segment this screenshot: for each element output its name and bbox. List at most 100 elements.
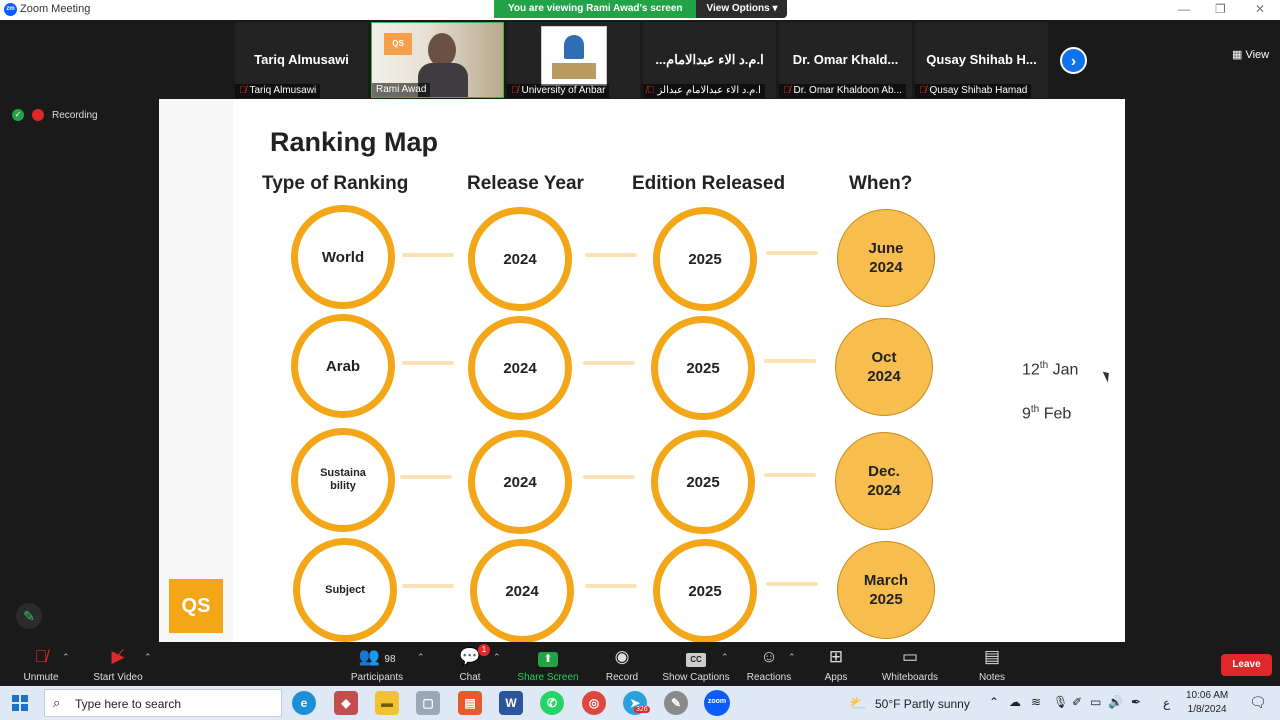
input-language[interactable]: ع [1163,696,1170,710]
annotate-pen-icon[interactable]: ✎ [16,603,42,629]
recording-indicator[interactable]: ✓ Recording [12,109,98,121]
participant-tile[interactable]: 🎙̸ University of Anbar [507,22,640,98]
maximize-icon[interactable]: ❐ [1215,2,1226,16]
participant-tile[interactable]: Tariq Almusawi 🎙̸ Tariq Almusawi [235,22,368,98]
muted-mic-icon: 🎙̸ [239,85,247,96]
window-title: Zoom Meeting [20,3,91,15]
pen-icon[interactable]: ✐ [1072,695,1082,709]
university-logo [541,26,607,86]
pinned-app-icon[interactable]: ▢ [416,691,440,715]
zoom-taskbar-icon[interactable]: zoom [704,690,730,716]
view-options-button[interactable]: View Options ▾ [696,0,788,18]
participant-tile[interactable]: Dr. Omar Khald... 🎙̸ Dr. Omar Khaldoon Ab… [779,22,912,98]
microphone-icon[interactable]: 🎙 [1053,695,1068,709]
wifi-icon[interactable]: ≋ [1031,695,1041,709]
chevron-down-icon: ▾ [772,3,778,14]
note-ordinal: th [1030,404,1040,415]
participant-name-label: 🎙̸ Dr. Omar Khaldoon Ab... [779,84,906,98]
reactions-label: Reactions [746,672,792,683]
notes-button[interactable]: ▤ Notes [977,646,1007,683]
pen-workspace-icon[interactable]: ✒ [1131,695,1141,709]
participants-button[interactable]: 👥 98 Participants [350,646,404,683]
when-circle: Oct 2024 [835,318,933,416]
leave-button[interactable]: Leave [1221,654,1272,676]
release-year-circle: 2024 [468,207,572,311]
volume-icon[interactable]: 🔊 [1108,695,1123,709]
pinned-app-icon[interactable]: ▤ [458,691,482,715]
word-icon[interactable]: W [499,691,523,715]
notes-label: Notes [978,672,1006,683]
share-screen-button[interactable]: ⬆ Share Screen [517,646,579,683]
participant-name: University of Anbar [521,85,606,96]
connector-line [402,584,454,588]
file-explorer-icon[interactable]: ▬ [375,691,399,715]
video-off-icon: ▶̸ [111,647,125,666]
meeting-controls-bar: 🎙̸ Unmute ⌃ ▶̸ Start Video ⌃ 👥 98 Partic… [0,642,1280,686]
chat-chevron-icon[interactable]: ⌃ [493,652,501,663]
participant-name: Qusay Shihab Hamad [929,85,1028,96]
chat-label: Chat [459,672,481,683]
windows-start-icon[interactable] [12,695,28,711]
release-year-label: 2024 [503,359,537,377]
qs-poster: QS [384,33,412,55]
notifications-icon[interactable]: 🗨 [1249,694,1267,711]
participant-name-label: 🎙̸ ا.م.د الاء عبدالامام عبدالز [643,84,765,98]
pinned-app-icon[interactable]: ◆ [334,691,358,715]
taskbar-search-box[interactable]: ⌕ Type here to search [44,689,282,717]
edition-circle: 2025 [653,539,757,642]
participant-tile[interactable]: ا.م.د الاء عبدالامام... 🎙̸ ا.م.د الاء عبد… [643,22,776,98]
pinned-app-icon[interactable]: ✎ [664,691,688,715]
whiteboards-label: Whiteboards [881,672,939,683]
record-button[interactable]: ◉ Record [604,646,640,683]
chat-icon-wrap: 💬 1 [456,644,490,668]
onedrive-icon[interactable]: ☁ [1009,695,1021,709]
chevron-up-icon[interactable]: ⌃ [989,695,999,709]
weather-label[interactable]: 50°F Partly sunny [875,697,970,711]
participant-name: ا.م.د الاء عبدالامام عبدالز [657,85,761,96]
close-icon[interactable]: ✕ [1255,2,1265,16]
reactions-chevron-icon[interactable]: ⌃ [788,652,796,663]
slide-title: Ranking Map [270,127,439,157]
participant-name-label: Rami Awad [372,83,431,97]
connector-line [400,475,452,479]
grid-icon: ▦ [1232,49,1246,61]
view-button[interactable]: ▦ View [1232,48,1269,61]
recording-label: Recording [52,109,98,121]
unmute-button[interactable]: 🎙̸ Unmute [20,646,62,683]
connector-line [764,473,816,477]
edge-icon[interactable]: e [292,691,316,715]
video-options-chevron-icon[interactable]: ⌃ [144,652,152,663]
note-day: 9 [1022,405,1031,423]
whatsapp-icon[interactable]: ✆ [540,691,564,715]
battery-icon[interactable]: ▭ [1090,695,1101,709]
system-clock[interactable]: 10:06 AM 1/8/2024 [1186,689,1228,717]
participant-big-name: ا.م.د الاء عبدالامام... [655,52,764,67]
connector-line [766,251,818,255]
muted-mic-icon: 🎙̸ [511,85,519,96]
release-year-label: 2024 [503,250,537,268]
apps-button[interactable]: ⊞ Apps [822,646,850,683]
share-screen-icon: ⬆ [517,646,579,668]
captions-chevron-icon[interactable]: ⌃ [721,652,729,663]
view-options-label: View Options [706,3,770,14]
ranking-type-circle: Arab [291,314,395,418]
chat-button[interactable]: 💬 1 Chat [456,644,490,683]
connector-line [402,253,454,257]
ranking-type-circle: Sustaina bility [291,428,395,532]
next-participants-button[interactable]: › [1060,47,1087,74]
chrome-icon[interactable]: ◎ [582,691,606,715]
whiteboards-button[interactable]: ▭ Whiteboards [880,646,940,683]
participant-tile[interactable]: Qusay Shihab H... 🎙̸ Qusay Shihab Hamad [915,22,1048,98]
audio-options-chevron-icon[interactable]: ⌃ [62,652,70,663]
start-video-button[interactable]: ▶̸ Start Video [92,646,144,683]
participants-chevron-icon[interactable]: ⌃ [417,652,425,663]
reactions-button[interactable]: ☺ Reactions [746,646,792,683]
release-year-circle: 2024 [468,430,572,534]
when-line2: 2024 [869,259,903,276]
edition-label: 2025 [686,473,720,491]
mail-badge: 326 [634,706,650,713]
ranking-type-circle: Subject [293,538,397,642]
minimize-icon[interactable]: — [1178,2,1190,16]
chevron-right-icon: › [1070,53,1077,70]
participant-tile-video[interactable]: QS Rami Awad [371,22,504,98]
